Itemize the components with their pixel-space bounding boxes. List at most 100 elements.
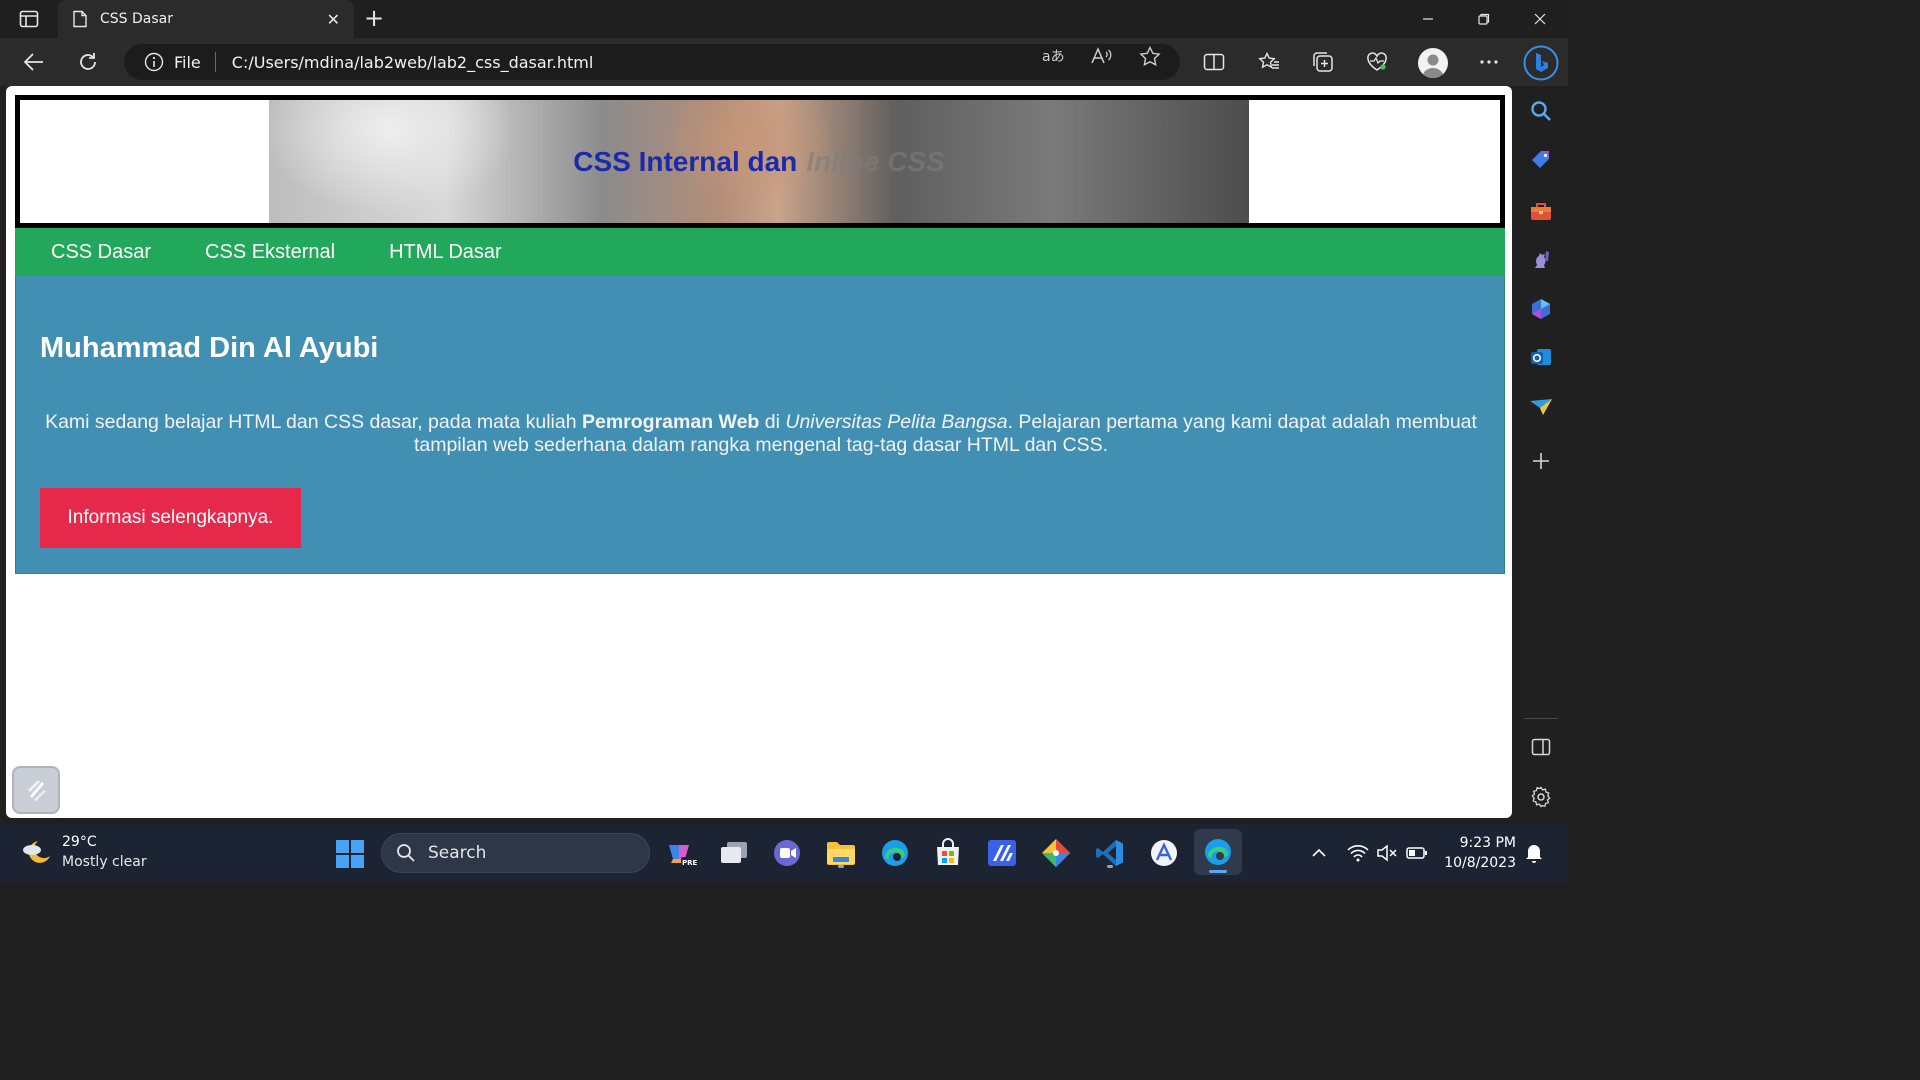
profile-avatar[interactable] [1418, 48, 1448, 78]
taskbar-microsoft-store[interactable] [931, 836, 965, 870]
drop-send-icon [1530, 399, 1552, 415]
taskbar-vscode[interactable] [1093, 836, 1127, 870]
volume-muted-icon [1377, 844, 1397, 862]
header-title-main: CSS Internal dan [573, 145, 798, 177]
chess-piece-icon [1535, 251, 1549, 268]
taskbar-task-view[interactable] [717, 836, 751, 870]
tab-title: CSS Dasar [100, 11, 173, 27]
settings-more-button[interactable] [1472, 46, 1506, 78]
chevron-up-icon [1312, 848, 1326, 857]
nav-link-css-dasar[interactable]: CSS Dasar [15, 241, 178, 264]
page-header: CSS Internal dan Inline CSS [15, 95, 1505, 228]
weather-widget[interactable]: 29°C Mostly clear [20, 832, 147, 872]
copilot-button[interactable] [1522, 44, 1560, 82]
nav-link-html-dasar[interactable]: HTML Dasar [362, 241, 529, 264]
sidebar-shopping-button[interactable] [1526, 145, 1556, 175]
favorites-icon [1258, 52, 1279, 69]
address-url[interactable]: C:/Users/mdina/lab2web/lab2_css_dasar.ht… [232, 53, 594, 72]
restore-button[interactable] [1456, 0, 1512, 38]
running-indicator [1107, 865, 1113, 868]
windows-taskbar: 29°C Mostly clear Search PRE 9:23 PM 10/… [0, 824, 1568, 882]
read-aloud-icon[interactable] [1088, 46, 1114, 66]
more-info-button[interactable]: Informasi selengkapnya. [40, 488, 301, 548]
store-icon [937, 838, 959, 865]
start-button[interactable] [334, 838, 366, 870]
taskbar-app-blue[interactable] [985, 836, 1019, 870]
sidebar-outlook-button[interactable] [1526, 342, 1556, 372]
bing-copilot-icon [1523, 45, 1559, 81]
hero-text-italic: Universitas Pelita Bangsa [785, 411, 1008, 433]
task-view-icon [721, 842, 747, 863]
sidebar-drop-button[interactable] [1526, 392, 1556, 422]
sidebar-add-button[interactable] [1526, 446, 1556, 476]
taskbar-clock[interactable]: 9:23 PM 10/8/2023 [1440, 833, 1516, 873]
copilot-pre-icon: PRE [669, 845, 697, 867]
taskbar-file-explorer[interactable] [824, 836, 858, 870]
moon-cloud-icon [23, 841, 50, 863]
shopping-tag-icon [1532, 151, 1549, 168]
sidebar-tools-button[interactable] [1526, 196, 1556, 226]
edge-browser-icon [1205, 839, 1231, 865]
running-indicator [1209, 870, 1227, 873]
address-scheme-label: File [174, 52, 201, 72]
hero-text-bold: Pemrograman Web [581, 411, 760, 433]
browser-toolbar: File C:/Users/mdina/lab2web/lab2_css_das… [0, 38, 1568, 86]
sidebar-search-button[interactable] [1526, 96, 1556, 126]
split-screen-button[interactable] [1197, 46, 1231, 78]
hero-section: Muhammad Din Al Ayubi Kami sedang belaja… [15, 276, 1505, 574]
header-banner-image: CSS Internal dan Inline CSS [269, 100, 1249, 223]
close-icon [1534, 13, 1546, 25]
close-window-button[interactable] [1512, 0, 1568, 38]
taskbar-git-app[interactable] [1039, 836, 1073, 870]
taskbar-app-triangle[interactable] [1147, 836, 1181, 870]
new-tab-button[interactable]: + [360, 6, 388, 32]
translate-icon[interactable]: aあ [1040, 46, 1066, 66]
collections-button[interactable] [1306, 46, 1340, 78]
taskbar-search[interactable]: Search [381, 833, 650, 873]
tray-wifi[interactable] [1347, 842, 1369, 864]
minimize-button[interactable] [1400, 0, 1456, 38]
browser-tab-active[interactable]: CSS Dasar ✕ [58, 0, 354, 38]
extension-badge-icon [28, 780, 46, 802]
sidebar-hide-button[interactable] [1526, 732, 1556, 762]
sidebar-settings-button[interactable] [1526, 782, 1556, 812]
running-indicator [838, 865, 844, 868]
weather-temperature: 29°C [62, 834, 97, 850]
outlook-icon [1531, 349, 1551, 365]
header-title: CSS Internal dan Inline CSS [269, 100, 1249, 223]
sidebar-copilot-app-button[interactable] [1526, 294, 1556, 324]
taskbar-edge[interactable] [878, 836, 912, 870]
copilot-app-icon [1532, 299, 1550, 319]
weather-condition: Mostly clear [62, 854, 147, 870]
nav-link-css-eksternal[interactable]: CSS Eksternal [178, 241, 362, 264]
back-button[interactable] [16, 46, 52, 78]
favorite-star-icon[interactable] [1137, 46, 1163, 66]
browser-essentials-button[interactable] [1360, 46, 1394, 78]
sidebar-games-button[interactable] [1526, 244, 1556, 274]
extension-badge[interactable] [12, 766, 60, 814]
taskbar-copilot-pre[interactable]: PRE [664, 836, 698, 870]
tab-actions-icon [19, 10, 39, 28]
toolbox-icon [1531, 203, 1551, 220]
close-tab-icon[interactable]: ✕ [327, 10, 340, 29]
tray-overflow-button[interactable] [1308, 842, 1330, 864]
tray-battery[interactable] [1406, 842, 1428, 864]
taskbar-teams-chat[interactable] [770, 836, 804, 870]
more-icon [1480, 60, 1498, 64]
taskbar-edge-active[interactable] [1194, 829, 1242, 875]
plus-icon [1533, 453, 1549, 469]
address-bar[interactable]: File C:/Users/mdina/lab2web/lab2_css_das… [124, 44, 1180, 80]
hero-paragraph: Kami sedang belajar HTML dan CSS dasar, … [40, 411, 1482, 457]
refresh-icon [80, 53, 96, 70]
refresh-button[interactable] [70, 46, 106, 78]
page-viewport: CSS Internal dan Inline CSS CSS Dasar CS… [6, 86, 1512, 818]
tab-actions-button[interactable] [10, 6, 48, 32]
hero-text-before: Kami sedang belajar HTML dan CSS dasar, … [45, 411, 582, 433]
tray-volume[interactable] [1376, 842, 1398, 864]
favorites-button[interactable] [1252, 46, 1286, 78]
edge-sidebar [1514, 86, 1568, 824]
site-info-icon[interactable] [144, 52, 164, 72]
notifications-button[interactable] [1523, 842, 1545, 864]
windows-logo-icon [336, 840, 364, 868]
bell-icon [1526, 845, 1542, 863]
